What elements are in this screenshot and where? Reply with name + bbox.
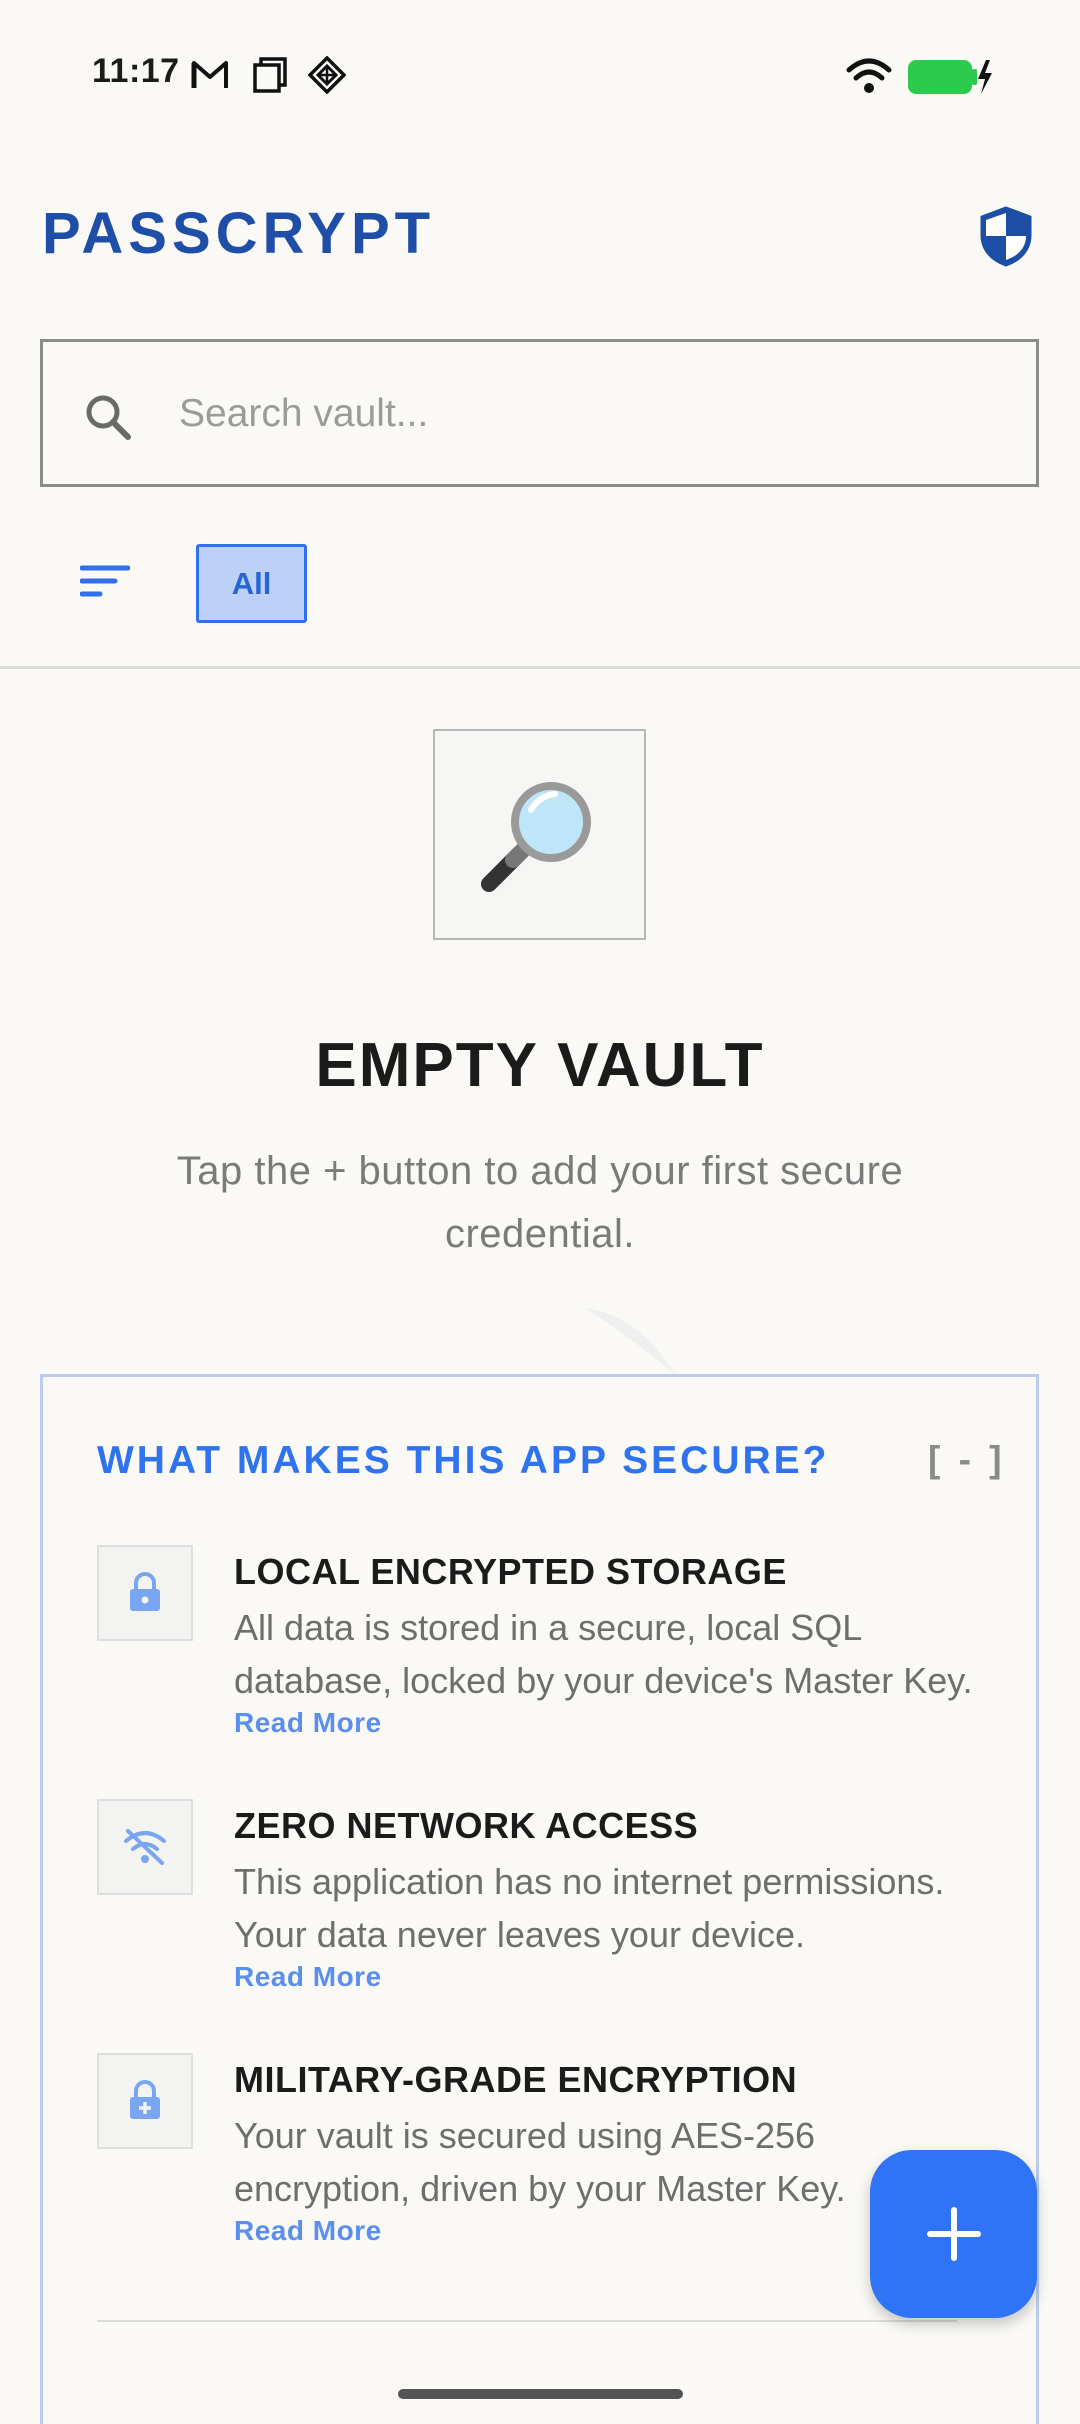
filter-chip-all[interactable]: All	[196, 544, 307, 623]
gmail-icon	[191, 61, 228, 88]
read-more-link[interactable]: Read More	[234, 1707, 382, 1739]
lock-plus-icon	[130, 2080, 160, 2119]
shield-diamond-icon	[308, 56, 346, 94]
empty-state-subtitle: Tap the + button to add your first secur…	[176, 1149, 904, 1256]
status-bar: 11:17	[0, 0, 1080, 150]
feature-description: This application has no internet permiss…	[234, 1861, 945, 1955]
feature-title: LOCAL ENCRYPTED STORAGE	[234, 1551, 787, 1592]
feature-icon-box	[97, 2053, 193, 2149]
status-time: 11:17	[92, 52, 180, 90]
app-title: PASSCRYPT	[42, 201, 436, 266]
card-divider	[97, 2320, 957, 2322]
card-title: WHAT MAKES THIS APP SECURE?	[97, 1439, 830, 1482]
screenshot-icon	[253, 57, 287, 93]
search-bar[interactable]	[40, 339, 1039, 487]
plus-icon	[926, 2207, 981, 2261]
wifi-off-icon	[124, 1829, 166, 1865]
wifi-icon	[846, 58, 892, 93]
home-indicator[interactable]	[398, 2389, 683, 2399]
feature-title: MILITARY-GRADE ENCRYPTION	[234, 2059, 798, 2100]
shield-icon[interactable]	[978, 205, 1034, 267]
add-credential-button[interactable]	[870, 2150, 1037, 2318]
empty-state-title: EMPTY VAULT	[315, 1031, 765, 1100]
read-more-link[interactable]: Read More	[234, 1961, 382, 1993]
feature-description: All data is stored in a secure, local SQ…	[234, 1607, 973, 1701]
feature-icon-box	[97, 1799, 193, 1895]
empty-state-icon-box	[433, 729, 646, 940]
search-input[interactable]	[179, 372, 999, 456]
lock-icon	[130, 1572, 160, 1611]
ghost-decoration	[585, 1308, 675, 1375]
sort-icon[interactable]	[80, 562, 130, 602]
magnifier-icon	[480, 781, 591, 892]
search-icon	[86, 395, 131, 440]
feature-icon-box	[97, 1545, 193, 1641]
battery-charging-icon	[908, 60, 992, 94]
read-more-link[interactable]: Read More	[234, 2215, 382, 2247]
feature-title: ZERO NETWORK ACCESS	[234, 1805, 699, 1846]
collapse-toggle[interactable]: [ - ]	[928, 1439, 1006, 1481]
divider	[0, 666, 1080, 669]
